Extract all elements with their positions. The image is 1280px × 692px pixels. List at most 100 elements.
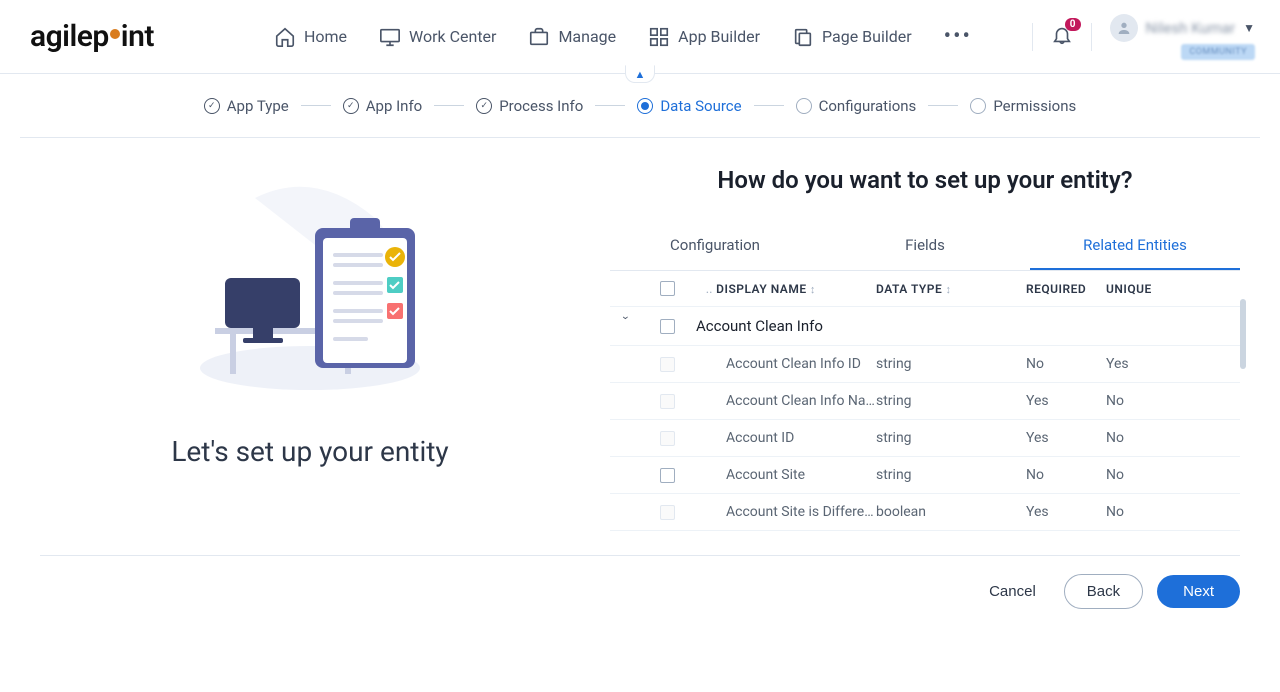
- cell-required: Yes: [1026, 393, 1106, 409]
- chevron-down-icon: ›: [619, 316, 633, 336]
- cell-unique: Yes: [1106, 356, 1176, 372]
- table-row: Account Clean Info Na… string Yes No: [610, 383, 1240, 420]
- wizard-step-configurations[interactable]: Configurations: [796, 97, 917, 115]
- chevron-up-icon: ▲: [635, 68, 646, 81]
- cell-name: Account Clean Info ID: [696, 356, 876, 372]
- wizard-steps: App Type App Info Process Info Data Sour…: [20, 74, 1260, 138]
- user-menu[interactable]: Nilesh Kumar ▼ COMMUNITY: [1110, 14, 1255, 60]
- check-circle-icon: [343, 98, 359, 114]
- step-separator: [301, 105, 331, 106]
- cell-required: Yes: [1026, 504, 1106, 520]
- cell-required: Yes: [1026, 430, 1106, 446]
- group-row[interactable]: › Account Clean Info: [610, 307, 1240, 346]
- nav-item-manage[interactable]: Manage: [528, 26, 616, 48]
- brand-dot-icon: [110, 29, 120, 39]
- row-checkbox: [660, 505, 675, 520]
- nav-item-page-builder[interactable]: Page Builder: [792, 26, 912, 48]
- person-icon: [1116, 20, 1132, 36]
- radio-active-icon: [637, 98, 653, 114]
- cell-name: Account ID: [696, 430, 876, 446]
- table-row: Account Site is Differe… boolean Yes No: [610, 494, 1240, 531]
- copy-icon: [792, 26, 814, 48]
- cell-type: string: [876, 430, 1026, 446]
- cell-unique: No: [1106, 467, 1176, 483]
- nav-more-icon[interactable]: •••: [944, 24, 972, 49]
- select-all-checkbox[interactable]: [660, 281, 675, 296]
- wizard-step-permissions[interactable]: Permissions: [970, 97, 1076, 115]
- cell-unique: No: [1106, 393, 1176, 409]
- wizard-step-label: App Info: [366, 97, 422, 115]
- cancel-button[interactable]: Cancel: [975, 575, 1050, 608]
- nav-item-work-center[interactable]: Work Center: [379, 26, 496, 48]
- nav-item-home[interactable]: Home: [274, 26, 347, 48]
- brand-post: int: [121, 19, 154, 54]
- nav-item-label: Work Center: [409, 27, 496, 46]
- avatar: [1110, 14, 1138, 42]
- row-checkbox: [660, 431, 675, 446]
- table-row: Account ID string Yes No: [610, 420, 1240, 457]
- content: Let's set up your entity How do you want…: [0, 138, 1280, 531]
- brand-pre: agilep: [30, 19, 109, 54]
- brand-logo[interactable]: agilep int: [30, 19, 154, 54]
- left-pane: Let's set up your entity: [40, 158, 580, 531]
- step-separator: [928, 105, 958, 106]
- grid-header-row: .. DISPLAY NAME DATA TYPE REQUIRED UNIQU…: [610, 271, 1240, 307]
- scrollbar-thumb[interactable]: [1240, 299, 1246, 369]
- nav-item-label: App Builder: [678, 27, 760, 46]
- notification-badge: 0: [1065, 18, 1081, 31]
- chevron-down-icon: ▼: [1243, 21, 1255, 35]
- group-checkbox[interactable]: [660, 319, 675, 334]
- step-separator: [595, 105, 625, 106]
- step-separator: [434, 105, 464, 106]
- cell-type: string: [876, 393, 1026, 409]
- row-checkbox: [660, 394, 675, 409]
- nav-divider: [1032, 23, 1033, 51]
- wizard-step-data-source[interactable]: Data Source: [637, 97, 741, 115]
- cell-name: Account Site: [696, 467, 876, 483]
- cell-unique: No: [1106, 430, 1176, 446]
- wizard-step-label: Process Info: [499, 97, 583, 115]
- notifications-button[interactable]: 0: [1051, 24, 1073, 50]
- group-label: Account Clean Info: [696, 317, 1234, 335]
- home-icon: [274, 26, 296, 48]
- wizard-footer: Cancel Back Next: [40, 555, 1240, 627]
- tab-related-entities[interactable]: Related Entities: [1030, 222, 1240, 270]
- entity-tabs: Configuration Fields Related Entities: [610, 222, 1240, 271]
- check-circle-icon: [204, 98, 220, 114]
- grid-icon: [648, 26, 670, 48]
- nav-items: Home Work Center Manage App Builder Page…: [274, 24, 972, 49]
- cell-unique: No: [1106, 504, 1176, 520]
- table-row: Account Site string No No: [610, 457, 1240, 494]
- nav-item-label: Home: [304, 27, 347, 46]
- tab-fields[interactable]: Fields: [820, 222, 1030, 270]
- radio-empty-icon: [796, 98, 812, 114]
- nav-item-app-builder[interactable]: App Builder: [648, 26, 760, 48]
- cell-name: Account Clean Info Na…: [696, 393, 876, 409]
- wizard-step-process-info[interactable]: Process Info: [476, 97, 583, 115]
- col-data-type[interactable]: DATA TYPE: [876, 282, 1026, 296]
- radio-empty-icon: [970, 98, 986, 114]
- row-checkbox[interactable]: [660, 468, 675, 483]
- back-button[interactable]: Back: [1064, 574, 1143, 609]
- cell-required: No: [1026, 356, 1106, 372]
- wizard-step-app-type[interactable]: App Type: [204, 97, 289, 115]
- nav-item-label: Manage: [558, 27, 616, 46]
- collapse-nav-button[interactable]: ▲: [625, 65, 655, 83]
- table-row: Account Clean Info ID string No Yes: [610, 346, 1240, 383]
- user-name-label: Nilesh Kumar: [1146, 19, 1236, 37]
- col-required[interactable]: REQUIRED: [1026, 282, 1106, 296]
- grid-body[interactable]: Account Clean Info ID string No Yes Acco…: [610, 346, 1240, 531]
- cell-required: No: [1026, 467, 1106, 483]
- wizard-step-label: Data Source: [660, 97, 741, 115]
- step-separator: [754, 105, 784, 106]
- right-pane: How do you want to set up your entity? C…: [610, 158, 1240, 531]
- tab-configuration[interactable]: Configuration: [610, 222, 820, 270]
- nav-right: 0 Nilesh Kumar ▼ COMMUNITY: [1032, 14, 1255, 60]
- col-unique[interactable]: UNIQUE: [1106, 282, 1176, 296]
- col-display-name[interactable]: DISPLAY NAME: [716, 282, 816, 296]
- left-title: Let's set up your entity: [40, 435, 580, 468]
- fields-grid: .. DISPLAY NAME DATA TYPE REQUIRED UNIQU…: [610, 271, 1240, 531]
- next-button[interactable]: Next: [1157, 575, 1240, 608]
- wizard-step-app-info[interactable]: App Info: [343, 97, 422, 115]
- cell-name: Account Site is Differe…: [696, 504, 876, 520]
